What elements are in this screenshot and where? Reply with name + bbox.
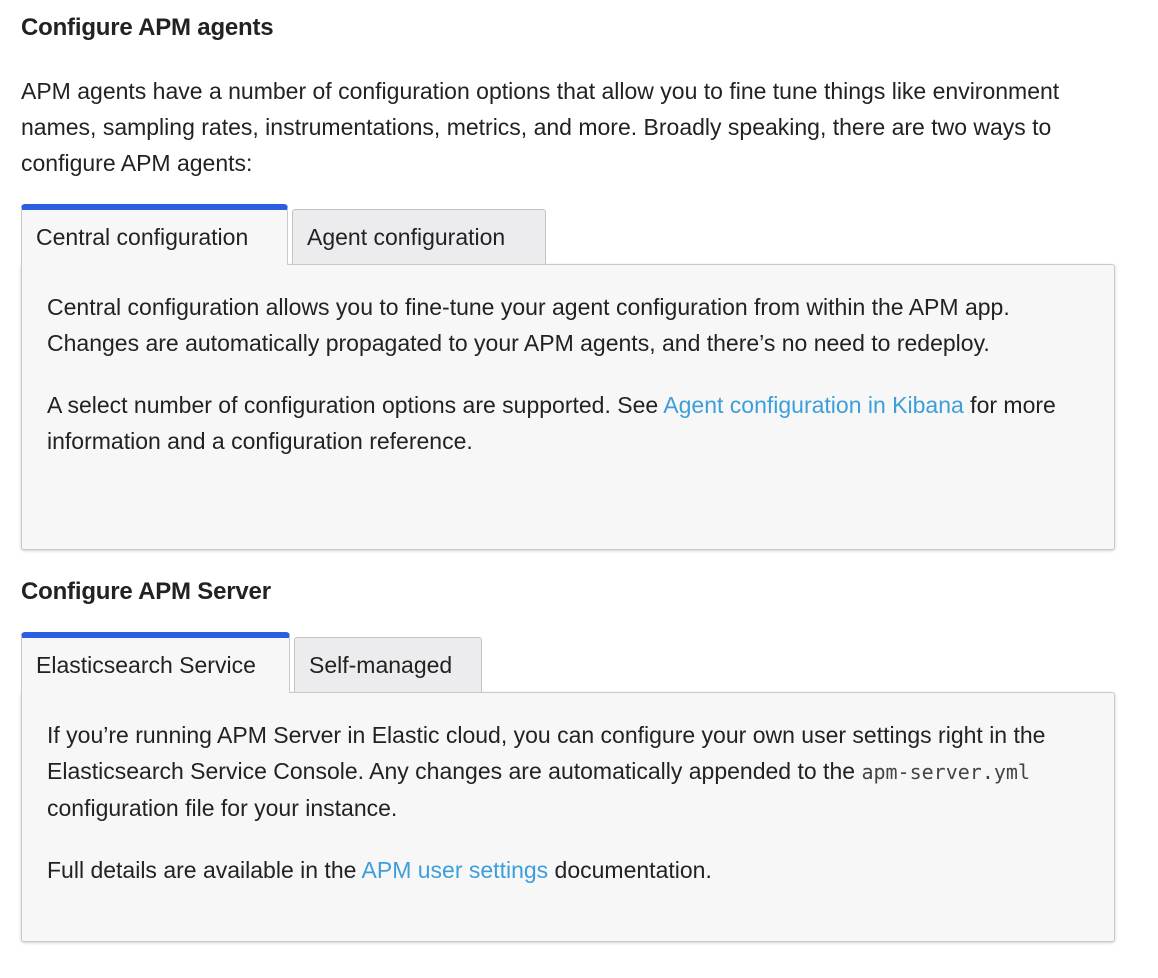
agents-tabset: Central configuration Agent configuratio… <box>21 204 1115 550</box>
apm-server-yml-code: apm-server.yml <box>861 760 1031 784</box>
agent-configuration-kibana-link[interactable]: Agent configuration in Kibana <box>663 392 964 418</box>
details-text-before: Full details are available in the <box>47 857 362 883</box>
section-title-server: Configure APM Server <box>21 578 271 605</box>
tab-agent-configuration[interactable]: Agent configuration <box>292 209 546 264</box>
apm-user-settings-link[interactable]: APM user settings <box>362 857 549 883</box>
cloud-text-after: configuration file for your instance. <box>47 795 398 821</box>
server-tab-list: Elasticsearch Service Self-managed <box>21 632 1115 693</box>
tab-self-managed[interactable]: Self-managed <box>294 637 482 692</box>
section-title-agents: Configure APM agents <box>21 14 274 41</box>
user-settings-paragraph: Full details are available in the APM us… <box>47 852 1089 888</box>
agents-tab-list: Central configuration Agent configuratio… <box>21 204 1115 265</box>
tab-central-configuration[interactable]: Central configuration <box>21 204 288 265</box>
server-tabset: Elasticsearch Service Self-managed If yo… <box>21 632 1115 942</box>
details-text-after: documentation. <box>548 857 712 883</box>
cloud-settings-paragraph: If you’re running APM Server in Elastic … <box>47 717 1089 826</box>
central-config-paragraph: Central configuration allows you to fine… <box>47 294 1010 356</box>
server-tab-panel: If you’re running APM Server in Elastic … <box>21 692 1115 942</box>
tab-elasticsearch-service[interactable]: Elasticsearch Service <box>21 632 290 693</box>
agents-intro-text: APM agents have a number of configuratio… <box>21 78 1060 176</box>
central-config-support-paragraph: A select number of configuration options… <box>47 387 1089 459</box>
support-text-before: A select number of configuration options… <box>47 392 664 418</box>
agents-tab-panel: Central configuration allows you to fine… <box>21 264 1115 550</box>
